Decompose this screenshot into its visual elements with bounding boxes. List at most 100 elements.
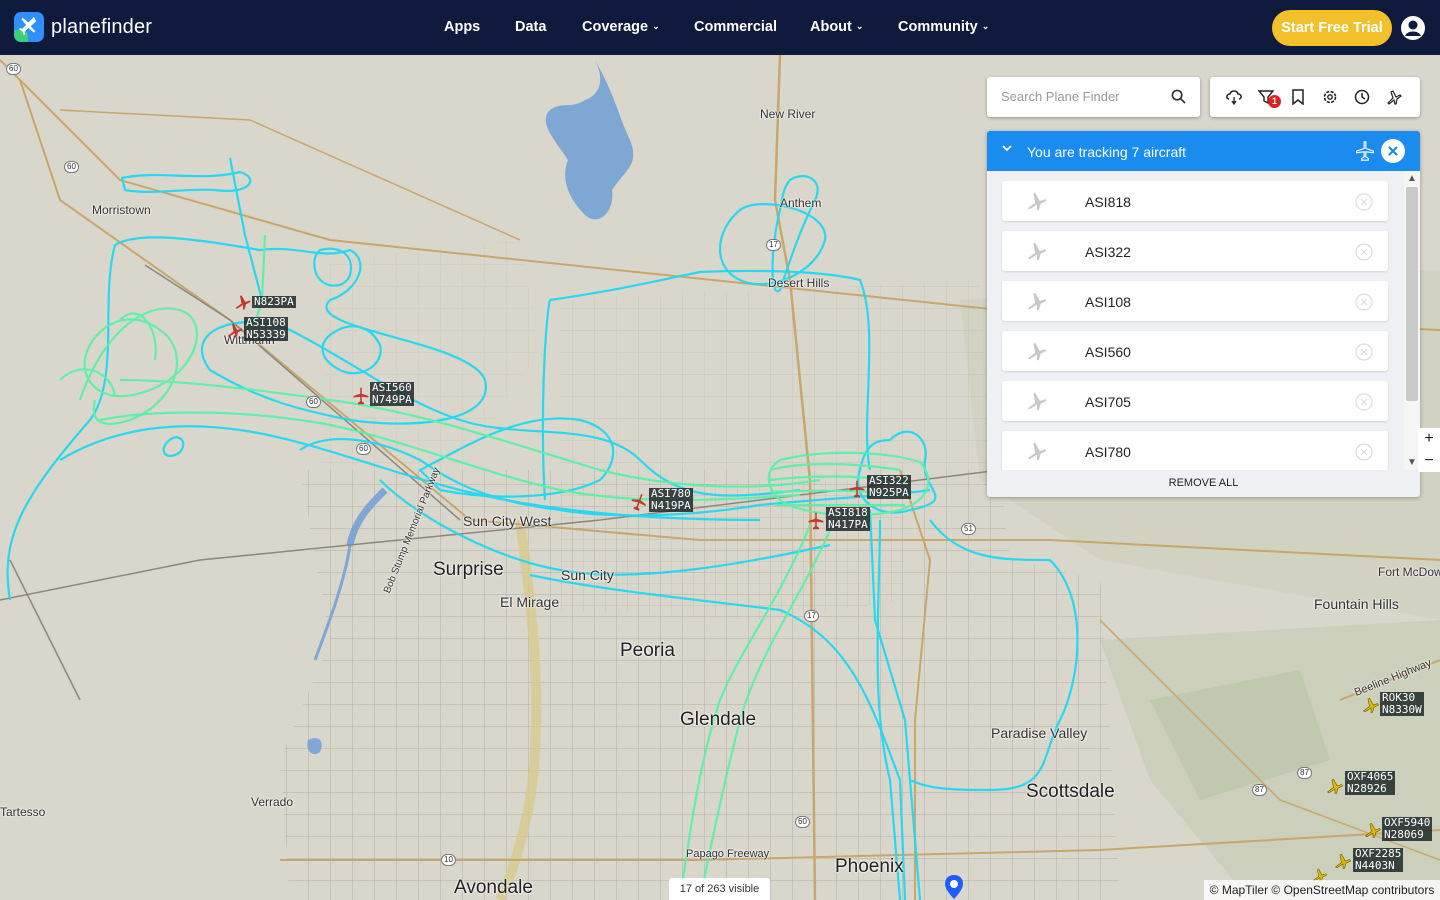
aircraft-marker[interactable]: ASI818 N417PA bbox=[807, 507, 870, 536]
highway-shield: 60 bbox=[6, 63, 21, 75]
place-label: Verrado bbox=[251, 795, 294, 809]
remove-circle-icon[interactable] bbox=[1355, 193, 1373, 211]
history-icon[interactable] bbox=[1354, 89, 1370, 105]
highway-shield: 87 bbox=[1297, 767, 1312, 779]
chevron-down-icon[interactable] bbox=[1001, 142, 1013, 154]
highway-shield: 60 bbox=[64, 161, 79, 173]
aircraft-marker[interactable]: N823PA bbox=[234, 293, 296, 316]
aircraft-label: OXF5940 N28069 bbox=[1382, 816, 1433, 841]
planefinder-logo-icon bbox=[14, 12, 44, 42]
tracked-aircraft-row[interactable]: ASI560 bbox=[1002, 331, 1388, 371]
chevron-down-icon: ⌄ bbox=[855, 21, 864, 31]
chevron-down-icon[interactable]: ▼ bbox=[1407, 457, 1417, 468]
bookmark-icon[interactable] bbox=[1290, 89, 1306, 105]
3d-view-icon[interactable] bbox=[1386, 89, 1402, 105]
chevron-up-icon[interactable]: ▲ bbox=[1407, 173, 1417, 184]
place-label: Sun City bbox=[561, 567, 614, 583]
chevron-down-icon: ⌄ bbox=[652, 21, 660, 31]
remove-circle-icon[interactable] bbox=[1355, 243, 1373, 261]
remove-circle-icon[interactable] bbox=[1355, 393, 1373, 411]
place-label: Phoenix bbox=[835, 856, 904, 877]
aircraft-marker[interactable]: ASI108 N53339 bbox=[226, 317, 288, 344]
place-label: El Mirage bbox=[500, 594, 560, 610]
map-attribution[interactable]: © MapTiler © OpenStreetMap contributors bbox=[1204, 880, 1440, 900]
remove-circle-icon[interactable] bbox=[1355, 443, 1373, 461]
tracking-list-scrollbar[interactable]: ▲ ▼ bbox=[1404, 171, 1420, 470]
zoom-in-button[interactable]: + bbox=[1418, 428, 1440, 450]
airplane-icon[interactable] bbox=[1355, 141, 1375, 161]
aircraft-label: OXF2285 N4403N bbox=[1353, 847, 1404, 872]
settings-icon[interactable] bbox=[1322, 89, 1338, 105]
highway-shield: 60 bbox=[356, 443, 371, 455]
aircraft-label: OXF4065 N28926 bbox=[1345, 770, 1396, 795]
place-label: New River bbox=[760, 107, 816, 121]
aircraft-marker[interactable]: ASI560 N749PA bbox=[352, 382, 414, 411]
aircraft-marker[interactable]: ASI322 N925PA bbox=[848, 475, 911, 504]
plane-icon bbox=[227, 323, 243, 338]
aircraft-callsign: ASI818 bbox=[1085, 194, 1131, 210]
start-free-trial-button[interactable]: Start Free Trial bbox=[1272, 10, 1392, 46]
highway-shield: 17 bbox=[804, 610, 819, 622]
highway-shield: 17 bbox=[766, 239, 781, 251]
planefinder-wordmark: planefinder bbox=[51, 15, 153, 38]
tracked-aircraft-row[interactable]: ASI705 bbox=[1002, 381, 1388, 421]
tracking-panel-header: You are tracking 7 aircraft bbox=[987, 131, 1420, 171]
highway-shield: 60 bbox=[795, 816, 810, 828]
aircraft-marker[interactable]: ASI780 N419PA bbox=[630, 488, 693, 517]
remove-circle-icon[interactable] bbox=[1355, 343, 1373, 361]
nav-apps[interactable]: Apps bbox=[444, 19, 480, 35]
place-label: Surprise bbox=[433, 559, 504, 580]
plane-icon bbox=[235, 295, 251, 310]
plane-icon bbox=[1362, 697, 1379, 713]
zoom-out-button[interactable]: − bbox=[1418, 450, 1440, 472]
nav-commercial[interactable]: Commercial bbox=[694, 19, 777, 35]
weather-icon[interactable] bbox=[1226, 89, 1242, 105]
nav-community[interactable]: Community ⌄ bbox=[898, 19, 989, 35]
aircraft-callsign: ASI322 bbox=[1085, 244, 1131, 260]
plane-icon bbox=[1326, 778, 1343, 794]
zoom-controls: + − bbox=[1418, 428, 1440, 472]
airplane-icon bbox=[1027, 442, 1047, 461]
aircraft-label: ROK30 N8330W bbox=[1380, 691, 1424, 716]
visible-aircraft-count: 17 of 263 visible bbox=[669, 878, 770, 900]
airplane-icon bbox=[1027, 292, 1047, 311]
plane-icon bbox=[849, 480, 865, 498]
place-label: Morristown bbox=[92, 203, 151, 217]
highway-shield: 51 bbox=[961, 523, 976, 535]
plane-icon bbox=[1334, 853, 1351, 869]
filter-count-badge: 1 bbox=[1268, 95, 1281, 108]
location-pin-icon[interactable] bbox=[944, 874, 964, 900]
tracked-aircraft-row[interactable]: ASI780 bbox=[1002, 431, 1388, 470]
search-icon[interactable] bbox=[1171, 89, 1186, 104]
aircraft-marker[interactable]: OXF2285 N4403N bbox=[1334, 848, 1404, 875]
aircraft-marker[interactable]: ROK30 N8330W bbox=[1362, 692, 1424, 719]
search-input[interactable] bbox=[1001, 89, 1161, 104]
aircraft-label: ASI560 N749PA bbox=[370, 381, 414, 406]
aircraft-callsign: ASI108 bbox=[1085, 294, 1131, 310]
remove-all-button[interactable]: REMOVE ALL bbox=[987, 470, 1420, 497]
filter-button[interactable]: 1 bbox=[1257, 89, 1281, 108]
close-tracking-button[interactable] bbox=[1381, 139, 1405, 163]
remove-circle-icon[interactable] bbox=[1355, 293, 1373, 311]
nav-data[interactable]: Data bbox=[515, 19, 546, 35]
place-label: Fountain Hills bbox=[1314, 596, 1399, 612]
tracked-aircraft-row[interactable]: ASI322 bbox=[1002, 231, 1388, 271]
place-label: Desert Hills bbox=[768, 276, 830, 290]
aircraft-marker[interactable]: OXF5940 N28069 bbox=[1364, 817, 1433, 844]
aircraft-marker[interactable]: OXF4065 N28926 bbox=[1326, 771, 1396, 800]
tracked-aircraft-row[interactable]: ASI108 bbox=[1002, 281, 1388, 321]
aircraft-label: N823PA bbox=[252, 295, 296, 308]
place-label: Glendale bbox=[680, 709, 757, 730]
nav-about[interactable]: About ⌄ bbox=[810, 19, 863, 35]
place-label: Tartesso bbox=[0, 805, 46, 819]
nav-coverage[interactable]: Coverage ⌄ bbox=[582, 19, 660, 35]
airplane-icon bbox=[1027, 392, 1047, 411]
aircraft-label: ASI322 N925PA bbox=[867, 474, 911, 499]
user-account-icon[interactable] bbox=[1400, 15, 1426, 41]
road-label: Papago Freeway bbox=[686, 848, 770, 860]
scrollbar-thumb[interactable] bbox=[1406, 187, 1418, 401]
tracked-aircraft-row[interactable]: ASI818 bbox=[1002, 181, 1388, 221]
highway-shield: 87 bbox=[1252, 784, 1267, 796]
planefinder-logo[interactable]: planefinder bbox=[14, 12, 152, 42]
tracking-panel: You are tracking 7 aircraft ASI818 ASI32… bbox=[987, 131, 1420, 497]
